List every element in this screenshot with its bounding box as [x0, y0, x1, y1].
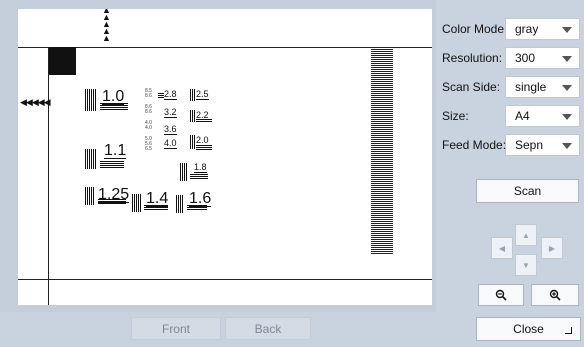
- front-button[interactable]: Front: [131, 317, 221, 340]
- registration-mark: [49, 47, 76, 75]
- resolution-select[interactable]: 300: [505, 47, 580, 69]
- feed-mode-label: Feed Mode:: [442, 138, 507, 152]
- chart-bars: [190, 174, 208, 180]
- back-button[interactable]: Back: [225, 317, 311, 340]
- resolution-label: Resolution:: [442, 51, 503, 65]
- chart-label: 4.0: [164, 138, 177, 149]
- chart-label: 1.0: [102, 88, 125, 105]
- zoom-in-icon: [549, 289, 561, 301]
- scan-side-select[interactable]: single: [505, 76, 580, 98]
- chart-label: 1.8: [194, 162, 207, 173]
- size-value: A4: [515, 109, 530, 123]
- triangle-down-icon: ▼: [522, 260, 530, 270]
- chart-label: 3.2: [164, 107, 177, 118]
- color-mode-select[interactable]: gray: [505, 18, 580, 40]
- chart-bars: [196, 145, 212, 150]
- pan-down-button[interactable]: ▼: [515, 254, 537, 276]
- close-button[interactable]: Close: [476, 317, 581, 341]
- micro-text: 5.0 5.6 6.5: [145, 136, 152, 152]
- chart-bars: [85, 149, 97, 169]
- left-arrow-marks: ◀◀◀◀◀: [20, 97, 51, 107]
- color-mode-label: Color Mode:: [442, 22, 508, 36]
- chart-bars: [196, 119, 212, 123]
- resolution-value: 300: [515, 51, 536, 65]
- chevron-down-icon: [562, 56, 572, 62]
- bottom-bar: Front Back: [0, 312, 436, 347]
- preview-frame: ▲ ▲ ▲ ▲ ▲ ◀◀◀◀◀ 1.0 1.1 1.25 1.4 1.6 8.5 8.6 …: [0, 0, 436, 312]
- micro-text: 4.0 4.0: [145, 120, 152, 131]
- size-select[interactable]: A4: [505, 105, 580, 127]
- resize-corner-icon: [565, 327, 572, 334]
- chevron-down-icon: [562, 27, 572, 33]
- pan-right-button[interactable]: ▶: [541, 237, 563, 259]
- chart-label: 1.4: [146, 190, 169, 207]
- chart-label: 1.1: [104, 142, 127, 159]
- chart-bars: [85, 89, 97, 111]
- scan-button[interactable]: Scan: [476, 179, 579, 203]
- chart-bars: [85, 187, 95, 205]
- close-button-label: Close: [513, 322, 544, 336]
- chevron-down-icon: [562, 85, 572, 91]
- scan-preview[interactable]: ▲ ▲ ▲ ▲ ▲ ◀◀◀◀◀ 1.0 1.1 1.25 1.4 1.6 8.5 8.6 …: [18, 9, 432, 305]
- crop-line-top: [18, 47, 432, 48]
- chart-label: 1.6: [189, 190, 212, 207]
- zoom-out-button[interactable]: [478, 284, 524, 306]
- chart-label: 2.5: [196, 89, 209, 100]
- chart-bars: [158, 93, 164, 99]
- color-mode-value: gray: [515, 22, 539, 36]
- chevron-down-icon: [562, 114, 572, 120]
- micro-text: 8.6 8.6: [145, 104, 152, 115]
- triangle-right-icon: ▶: [548, 243, 556, 253]
- triangle-left-icon: ◀: [498, 243, 506, 253]
- chart-label: 3.6: [164, 124, 177, 135]
- size-label: Size:: [442, 109, 469, 123]
- pan-left-button[interactable]: ◀: [491, 237, 513, 259]
- chart-bars: [176, 195, 184, 213]
- top-arrow-marks: ▲ ▲ ▲ ▲ ▲: [102, 9, 111, 43]
- crop-line-bottom: [18, 279, 432, 280]
- scan-side-label: Scan Side:: [442, 80, 501, 94]
- chart-bars: [180, 163, 188, 181]
- chevron-down-icon: [562, 143, 572, 149]
- scan-side-value: single: [515, 80, 547, 94]
- chart-label: 2.8: [164, 89, 177, 100]
- crop-line-left: [48, 47, 49, 305]
- zoom-out-icon: [495, 289, 507, 301]
- chart-bars: [132, 194, 141, 212]
- pan-up-button[interactable]: ▲: [515, 224, 537, 246]
- triangle-up-icon: ▲: [522, 230, 530, 240]
- zoom-in-button[interactable]: [531, 284, 579, 306]
- feed-mode-value: Sepn: [515, 138, 544, 152]
- settings-panel: Color Mode: gray Resolution: 300 Scan Si…: [436, 0, 584, 347]
- chart-label: 1.25: [98, 186, 130, 203]
- barcode-strip: [371, 49, 393, 254]
- chart-bars: [100, 161, 124, 169]
- micro-text: 8.5 8.6: [145, 88, 152, 99]
- feed-mode-select[interactable]: Sepn: [505, 134, 580, 156]
